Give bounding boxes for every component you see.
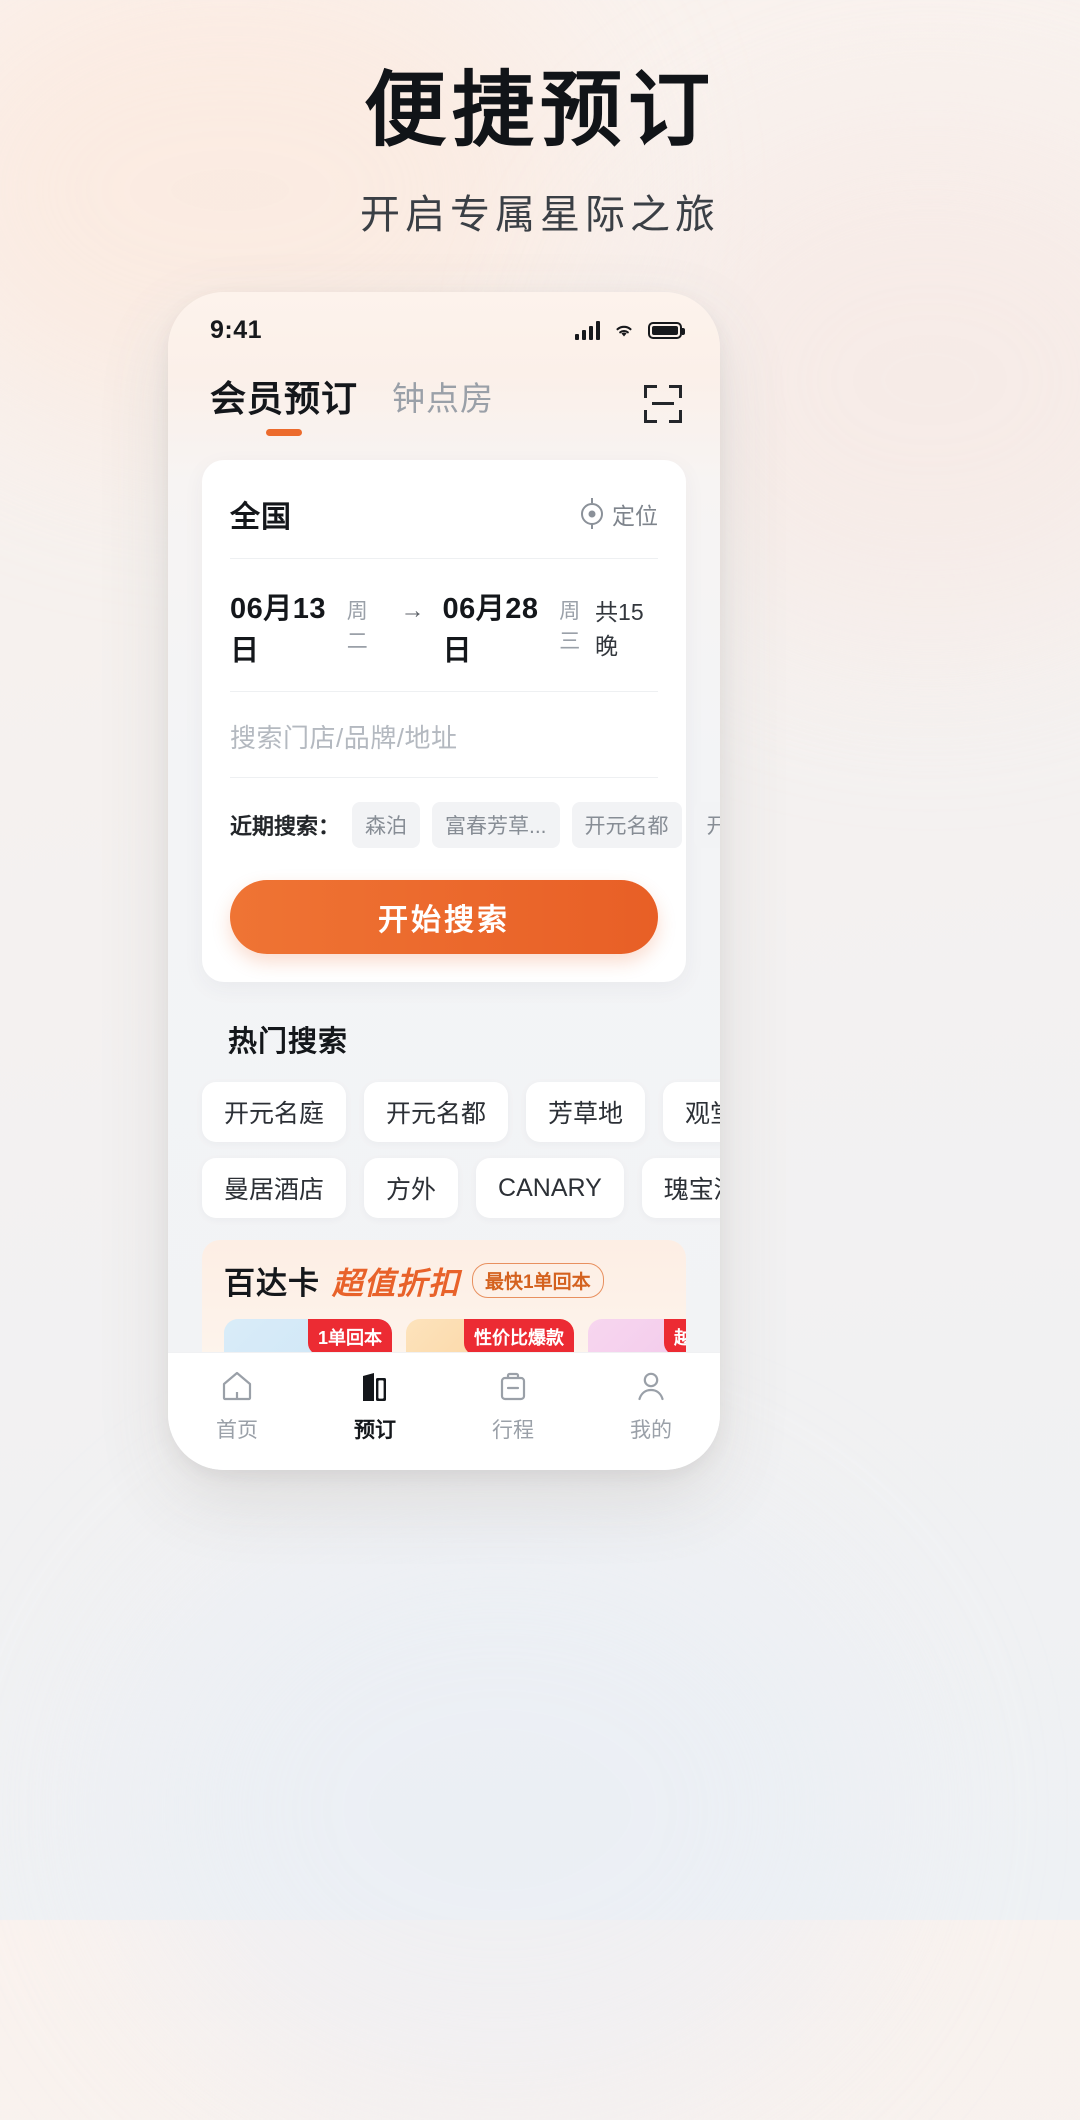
- phone-mockup: 9:41 会员预订 钟点房 全国 定位 06月13日 周二 → 06月28日 周…: [168, 292, 720, 1470]
- home-icon: [218, 1367, 256, 1405]
- city-row[interactable]: 全国 定位: [230, 466, 658, 559]
- nav-item-home-label: 首页: [216, 1419, 258, 1442]
- status-bar: 9:41: [168, 292, 720, 354]
- checkin-date: 06月13日: [230, 593, 327, 667]
- nav-item-profile[interactable]: 我的: [582, 1367, 720, 1444]
- nav-item-trips-label: 行程: [492, 1419, 534, 1442]
- page-subtitle: 开启专属星际之旅: [360, 193, 720, 238]
- hot-chip[interactable]: 开元名庭: [202, 1082, 347, 1142]
- promo-pill-badge: 最快1单回本: [472, 1263, 604, 1298]
- wifi-icon: [612, 321, 636, 339]
- promo-title-accent: 超值折扣: [332, 1266, 460, 1301]
- recent-chip[interactable]: 开元名庭: [693, 802, 720, 848]
- recent-chip[interactable]: 森泊: [352, 802, 421, 848]
- bottom-nav: 首页 预订 行程 我的: [168, 1352, 720, 1470]
- scan-icon[interactable]: [644, 385, 682, 423]
- person-icon: [632, 1367, 670, 1405]
- status-time: 9:41: [210, 315, 263, 344]
- checkin-weekday: 周二: [346, 600, 368, 653]
- promo-card-badge: 越住越省: [664, 1319, 686, 1355]
- recent-search-row: 近期搜索： 森泊 富春芳草... 开元名都 开元名庭: [230, 778, 720, 854]
- locate-label: 定位: [612, 503, 658, 529]
- hot-chip[interactable]: 方外: [364, 1158, 459, 1218]
- hot-chip[interactable]: CANARY: [476, 1158, 624, 1218]
- checkout-date: 06月28日: [442, 593, 539, 667]
- start-search-button[interactable]: 开始搜索: [230, 880, 658, 954]
- building-icon: [356, 1367, 394, 1405]
- hot-chip[interactable]: 开元名都: [364, 1082, 509, 1142]
- hot-chip[interactable]: 芳草地: [526, 1082, 646, 1142]
- hot-search-title: 热门搜索: [228, 1026, 349, 1058]
- recent-chip[interactable]: 富春芳草...: [432, 802, 560, 848]
- nav-item-booking-label: 预订: [354, 1419, 396, 1442]
- tab-member-booking-label: 会员预订: [210, 378, 359, 419]
- background-glow-bottom: [120, 1500, 880, 2120]
- tab-hourly-room[interactable]: 钟点房: [392, 372, 494, 436]
- recent-chip[interactable]: 开元名都: [571, 802, 682, 848]
- date-arrow-icon: →: [400, 597, 425, 624]
- nav-item-booking[interactable]: 预订: [306, 1367, 444, 1444]
- hot-search-row: 曼居酒店 方外 CANARY 瑰宝酒店 颐居: [202, 1158, 720, 1218]
- hot-search-row: 开元名庭 开元名都 芳草地 观堂 MORA: [202, 1082, 720, 1142]
- hero-section: 便捷预订 开启专属星际之旅: [0, 0, 1080, 240]
- status-icons: [575, 320, 685, 340]
- date-range: 06月13日 周二 → 06月28日 周三: [230, 585, 595, 669]
- search-card: 全国 定位 06月13日 周二 → 06月28日 周三 共15晚 搜索门店/品牌…: [202, 460, 720, 982]
- nav-item-profile-label: 我的: [630, 1419, 672, 1442]
- nav-item-home[interactable]: 首页: [168, 1367, 306, 1444]
- location-crosshair-icon: [581, 503, 603, 525]
- promo-card-badge: 性价比爆款: [464, 1319, 574, 1355]
- nights-count: 共15晚: [595, 599, 644, 659]
- nav-item-trips[interactable]: 行程: [444, 1367, 582, 1444]
- recent-search-label: 近期搜索：: [230, 814, 341, 839]
- hot-chip[interactable]: 瑰宝酒店: [641, 1158, 720, 1218]
- checkout-weekday: 周三: [559, 600, 581, 653]
- hot-chip[interactable]: 曼居酒店: [202, 1158, 347, 1218]
- promo-card-badge: 1单回本: [307, 1319, 392, 1355]
- battery-icon: [648, 321, 685, 339]
- page-title: 便捷预订: [363, 63, 716, 158]
- keyword-row[interactable]: 搜索门店/品牌/地址: [230, 692, 658, 778]
- promo-title-brand: 百达卡: [224, 1266, 320, 1301]
- hot-search-list: 开元名庭 开元名都 芳草地 观堂 MORA 曼居酒店 方外 CANARY 瑰宝酒…: [202, 1082, 720, 1218]
- locate-button[interactable]: 定位: [581, 497, 658, 531]
- selected-city: 全国: [230, 501, 292, 534]
- briefcase-icon: [494, 1367, 532, 1405]
- search-input[interactable]: 搜索门店/品牌/地址: [230, 718, 457, 755]
- hot-chip[interactable]: 观堂: [663, 1082, 720, 1142]
- header-tabs: 会员预订 钟点房: [168, 354, 720, 438]
- tab-member-booking[interactable]: 会员预订: [210, 370, 358, 438]
- tab-hourly-room-label: 钟点房: [392, 380, 495, 417]
- promo-header: 百达卡 超值折扣 最快1单回本: [224, 1258, 686, 1303]
- cellular-signal-icon: [575, 320, 600, 340]
- date-row[interactable]: 06月13日 周二 → 06月28日 周三 共15晚: [230, 559, 658, 692]
